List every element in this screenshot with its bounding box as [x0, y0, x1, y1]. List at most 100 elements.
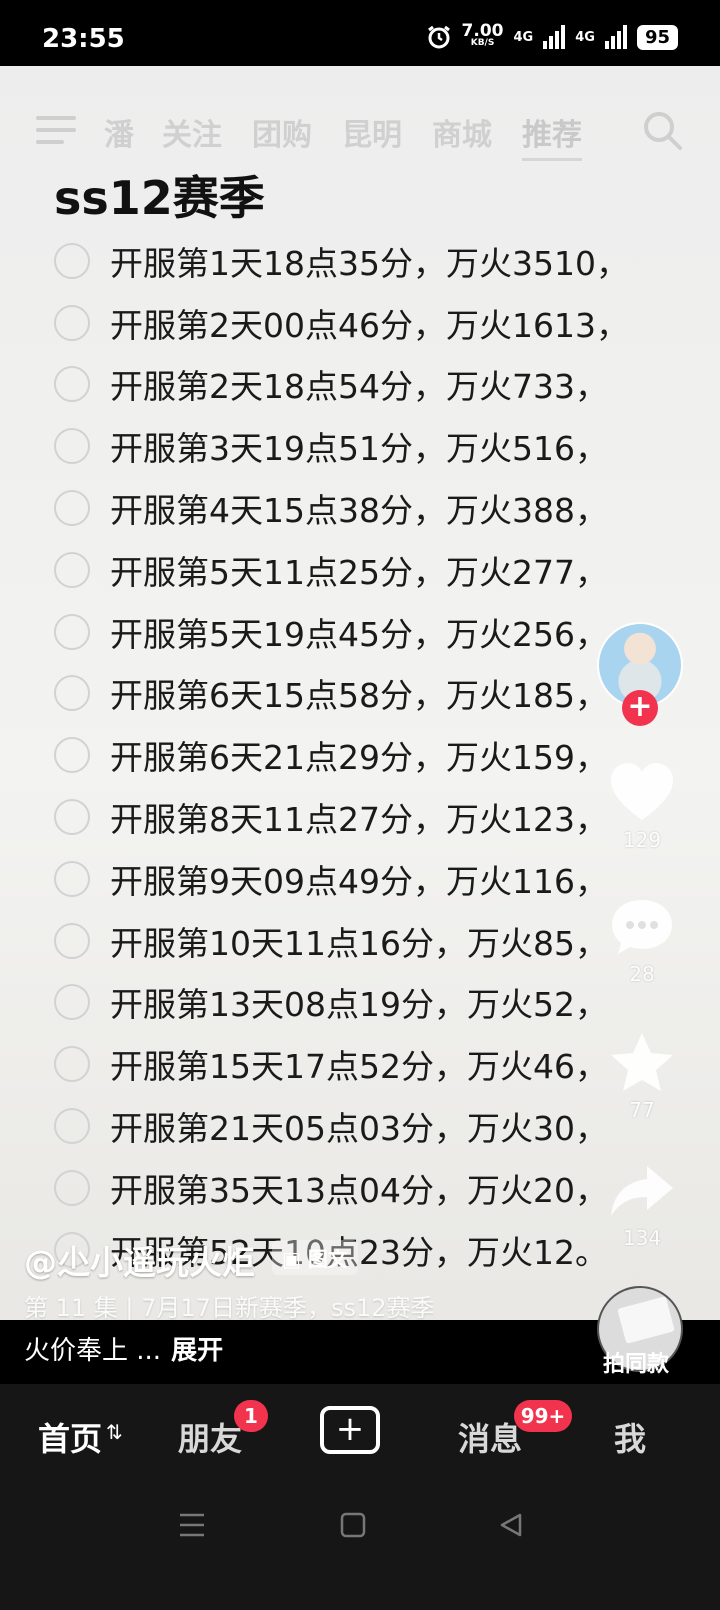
bottom-navigation: 首页 ⇅ 朋友 1 + 消息 99+ 我 [0, 1384, 720, 1484]
list-item-text: 开服第15天17点52分，万火46， [110, 1047, 608, 1087]
tab-following[interactable]: 关注 [162, 110, 222, 154]
episode-info[interactable]: 第 11 集 | 7月17日新赛季，ss12赛季 [24, 1288, 435, 1323]
list-item: 开服第2天00点46分，万火1613， [54, 292, 629, 354]
checkbox-circle[interactable] [54, 366, 90, 403]
checkbox-circle[interactable] [54, 242, 90, 279]
share-count: 134 [622, 1226, 662, 1250]
list-item-text: 开服第2天18点54分，万火733， [110, 367, 608, 407]
list-item: 开服第4天15点38分，万火388， [54, 477, 629, 539]
tab-mall[interactable]: 商城 [432, 110, 492, 154]
list-item: 开服第21天05点03分，万火30， [54, 1095, 629, 1157]
tab-group-buy[interactable]: 团购 [252, 110, 312, 154]
messages-badge: 99+ [514, 1400, 572, 1432]
favorite-button[interactable]: 77 [600, 1030, 684, 1122]
follow-button[interactable]: + [622, 690, 658, 726]
author-name[interactable]: @尐小遥玩火炬 [24, 1236, 255, 1284]
like-button[interactable]: 129 [600, 760, 684, 852]
list-item-text: 开服第8天11点27分，万火123， [110, 800, 608, 840]
list-item-text: 开服第21天05点03分，万火30， [110, 1109, 608, 1149]
list-item: 开服第5天19点45分，万火256， [54, 601, 629, 663]
checkbox-circle[interactable] [54, 675, 90, 712]
checkbox-circle[interactable] [54, 1169, 90, 1206]
star-icon [611, 1033, 673, 1091]
network-speed: 7.00 KB/S [461, 21, 504, 49]
list-item-text: 开服第6天21点29分，万火159， [110, 738, 608, 778]
home-icon[interactable] [340, 1512, 366, 1538]
checkbox-circle[interactable] [54, 984, 90, 1021]
list-item: 开服第6天15点58分，万火185， [54, 663, 629, 725]
list-item: 开服第10天11点16分，万火85， [54, 910, 629, 972]
checkbox-circle[interactable] [54, 428, 90, 465]
checkbox-circle[interactable] [54, 799, 90, 836]
status-time: 23:55 [42, 24, 125, 54]
create-button[interactable]: + [320, 1406, 380, 1454]
checkbox-circle[interactable] [54, 1108, 90, 1145]
alarm-icon [427, 25, 450, 49]
heart-icon [611, 763, 673, 820]
status-bar: 23:55 7.00 KB/S 4G 4G 95 [0, 0, 720, 66]
checkbox-circle[interactable] [54, 304, 90, 341]
list-item-text: 开服第1天18点35分，万火3510， [110, 243, 629, 283]
signal-icon-2 [604, 25, 627, 49]
friends-badge: 1 [234, 1400, 268, 1432]
comment-button[interactable]: 28 [600, 896, 684, 986]
image-text-icon: ▣ [282, 1247, 301, 1271]
list-item: 开服第35天13点04分，万火20， [54, 1157, 629, 1219]
checkbox-circle[interactable] [54, 737, 90, 774]
list-item-text: 开服第3天19点51分，万火516， [110, 429, 608, 469]
post-type-tag: ▣ 图文 [272, 1240, 358, 1275]
nav-home[interactable]: 首页 [38, 1414, 102, 1460]
list-item-text: 开服第10天11点16分，万火85， [110, 923, 608, 963]
tab-recommend[interactable]: 推荐 [522, 110, 582, 161]
list-item-text: 开服第35天13点04分，万火20， [110, 1170, 608, 1210]
list-item: 开服第13天08点19分，万火52， [54, 972, 629, 1034]
list-item-text: 开服第4天15点38分，万火388， [110, 491, 608, 531]
list-item-text: 开服第6天15点58分，万火185， [110, 676, 608, 716]
list-item: 开服第3天19点51分，万火516， [54, 415, 629, 477]
note-title: ss12赛季 [54, 171, 265, 225]
checkbox-circle[interactable] [54, 490, 90, 527]
checkbox-circle[interactable] [54, 613, 90, 650]
list-item: 开服第1天18点35分，万火3510， [54, 230, 629, 292]
signal-icon-1 [543, 25, 566, 49]
comment-count: 28 [629, 962, 655, 986]
system-navigation-bar [0, 1484, 720, 1610]
list-item-text: 开服第9天09点49分，万火116， [110, 861, 608, 901]
top-navigation: 潘 关注 团购 昆明 商城 推荐 [0, 102, 720, 162]
search-icon[interactable] [640, 108, 684, 152]
recent-apps-icon[interactable] [178, 1512, 206, 1538]
favorite-count: 77 [629, 1098, 655, 1122]
list-item-text: 开服第13天08点19分，万火52， [110, 985, 608, 1025]
list-item-text: 开服第5天19点45分，万火256， [110, 614, 608, 654]
expand-button[interactable]: 展开 [171, 1336, 223, 1366]
list-item: 开服第6天21点29分，万火159， [54, 724, 629, 786]
checkbox-circle[interactable] [54, 860, 90, 897]
checkbox-circle[interactable] [54, 1046, 90, 1083]
like-count: 129 [622, 828, 662, 852]
share-icon [611, 1166, 673, 1216]
list-item: 开服第2天18点54分，万火733， [54, 354, 629, 416]
network-type-2: 4G [575, 29, 595, 45]
battery-indicator: 95 [636, 24, 678, 50]
caption-text: 火价奉上 ... [24, 1336, 162, 1366]
network-type-1: 4G [513, 29, 534, 45]
status-icons: 7.00 KB/S 4G 4G 95 [426, 21, 678, 50]
list-item: 开服第8天11点27分，万火123， [54, 786, 629, 848]
tab-pan[interactable]: 潘 [104, 110, 134, 154]
list-item: 开服第9天09点49分，万火116， [54, 848, 629, 910]
nav-friends[interactable]: 朋友 [178, 1414, 242, 1460]
share-button[interactable]: 134 [600, 1162, 684, 1250]
checkbox-circle[interactable] [54, 922, 90, 959]
checkbox-circle[interactable] [54, 551, 90, 588]
nav-me[interactable]: 我 [614, 1414, 646, 1460]
tab-kunming[interactable]: 昆明 [342, 110, 402, 154]
menu-icon[interactable] [36, 116, 76, 146]
same-style-button[interactable]: 拍同款 [603, 1346, 669, 1378]
list-item: 开服第15天17点52分，万火46， [54, 1033, 629, 1095]
list-item-text: 开服第2天00点46分，万火1613， [110, 305, 629, 345]
swap-icon: ⇅ [106, 1420, 123, 1444]
back-icon[interactable] [498, 1512, 524, 1538]
caption: 火价奉上 ... 展开 [24, 1330, 223, 1367]
comment-icon [612, 900, 672, 954]
nav-messages[interactable]: 消息 [458, 1414, 522, 1460]
